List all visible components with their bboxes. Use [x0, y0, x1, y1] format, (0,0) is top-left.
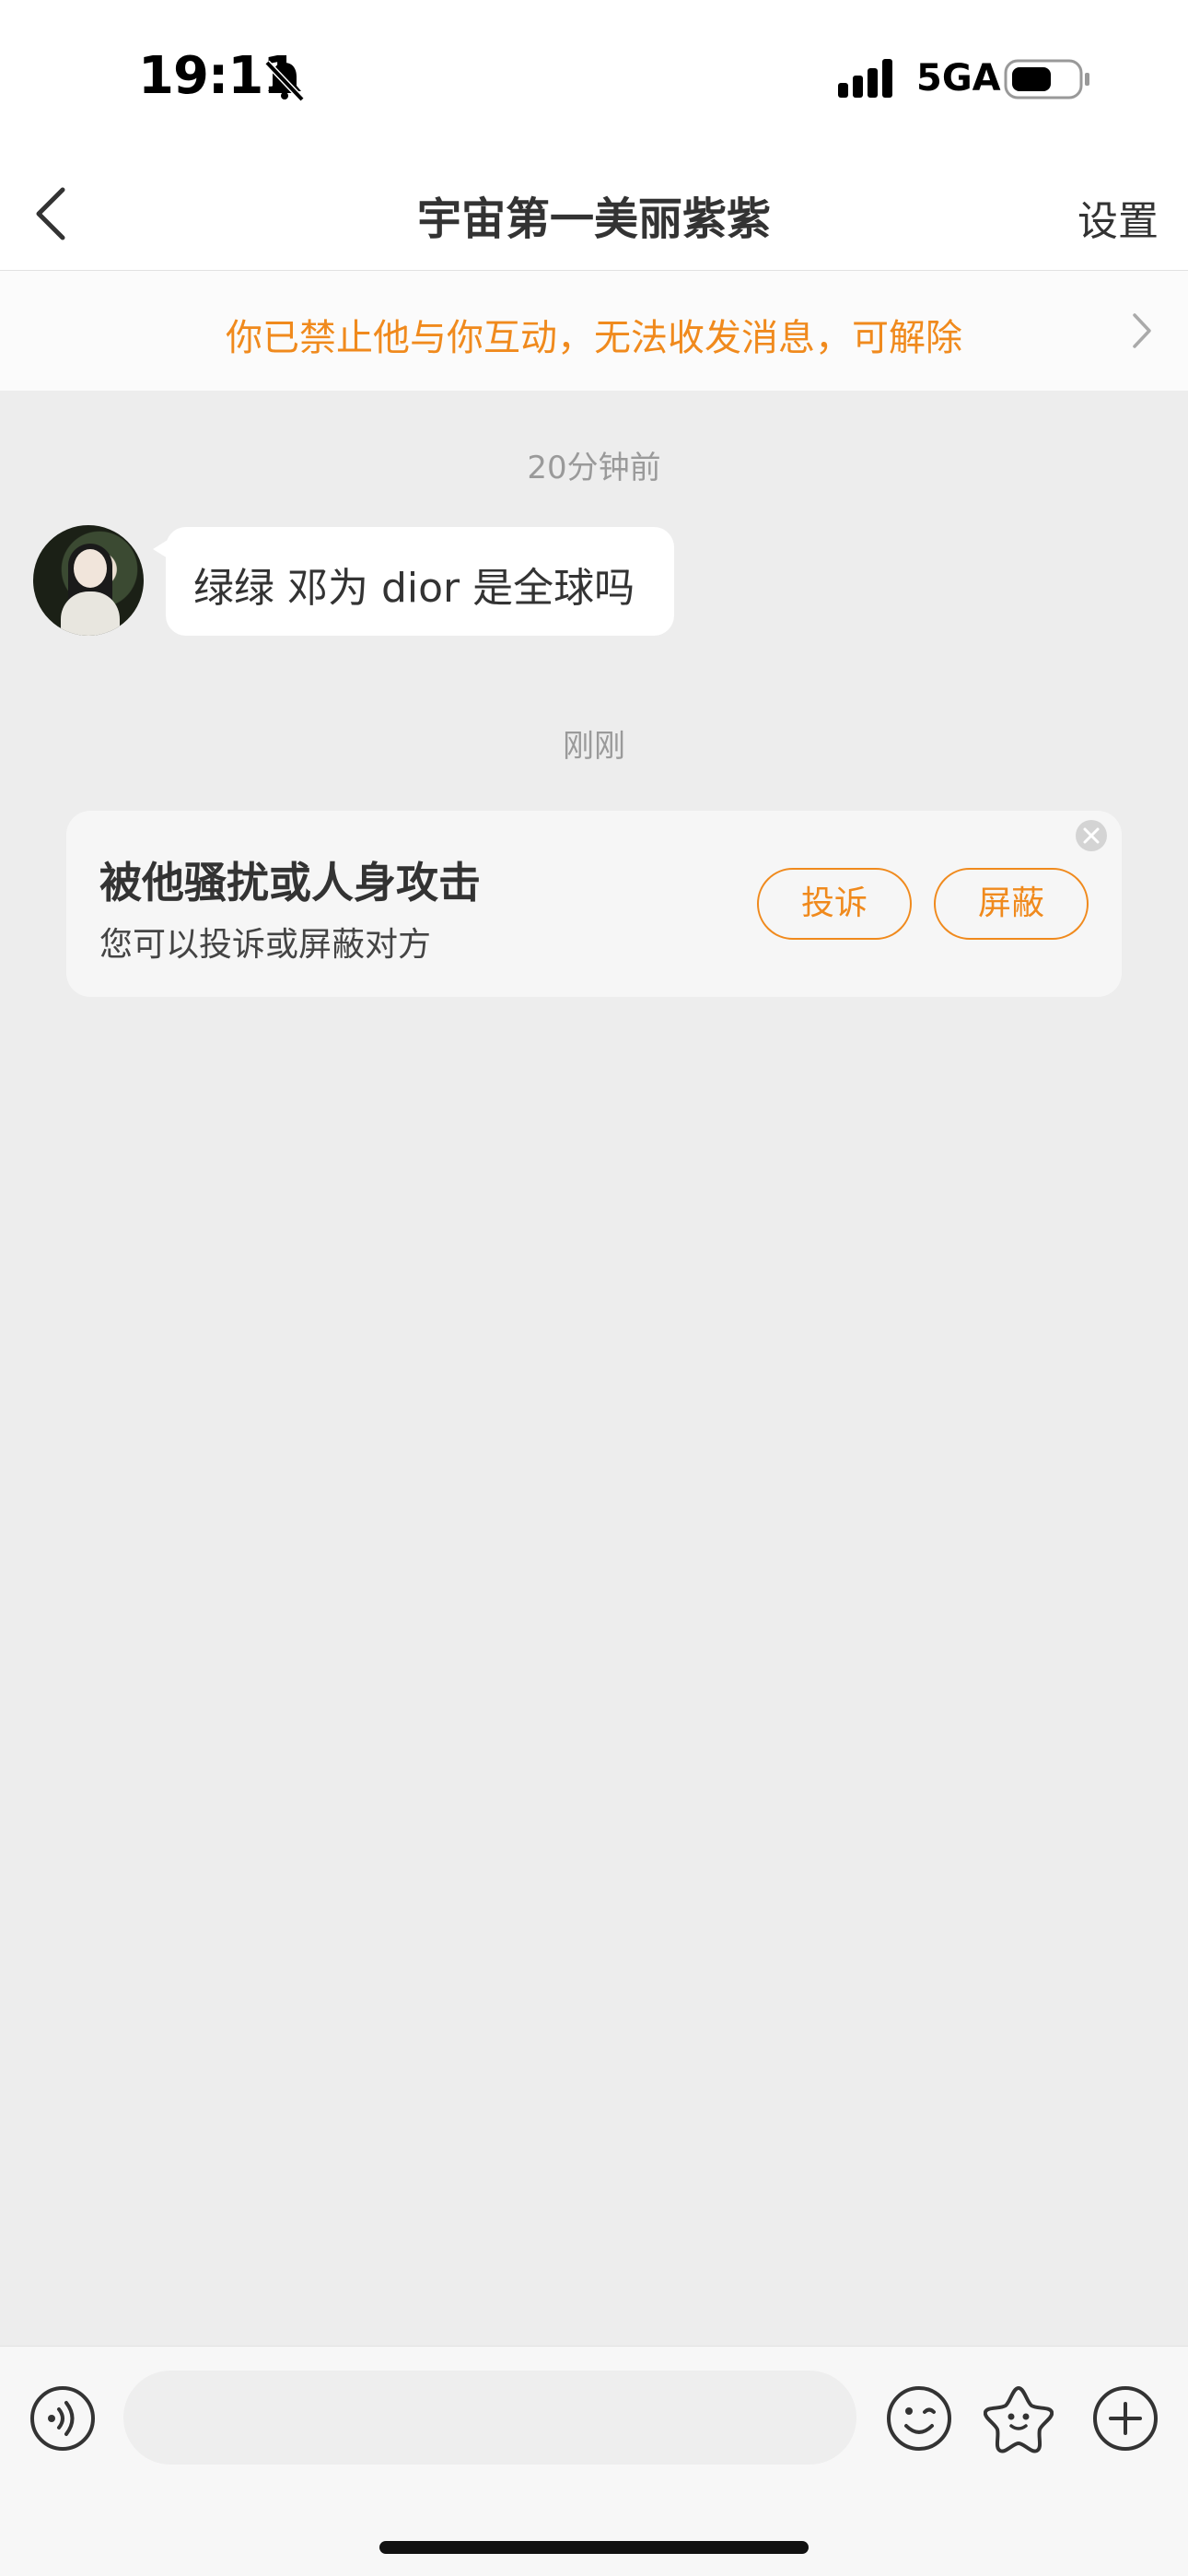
block-button[interactable]: 屏蔽: [934, 868, 1089, 940]
blocked-notice-text: 你已禁止他与你互动，无法收发消息，可解除: [226, 317, 962, 359]
avatar[interactable]: [33, 525, 144, 636]
home-indicator: [379, 2541, 809, 2554]
message-text: 绿绿 邓为 dior 是全球吗: [193, 565, 635, 612]
message-input[interactable]: [123, 2371, 856, 2465]
report-card: 被他骚扰或人身攻击 您可以投诉或屏蔽对方 投诉 屏蔽: [66, 811, 1122, 997]
report-card-title: 被他骚扰或人身攻击: [99, 858, 481, 907]
signal-icon: [838, 59, 892, 98]
battery-icon: [1004, 59, 1089, 100]
emoji-icon[interactable]: [886, 2385, 952, 2452]
avatar-face: [74, 549, 107, 588]
close-icon[interactable]: [1074, 818, 1109, 853]
plus-icon[interactable]: [1092, 2385, 1159, 2452]
status-bar: 19:11 5GA: [0, 0, 1188, 157]
voice-icon[interactable]: [29, 2385, 96, 2452]
nav-bar: 宇宙第一美丽紫紫 设置: [0, 157, 1188, 271]
chevron-right-icon: [1133, 313, 1151, 348]
report-card-subtitle: 您可以投诉或屏蔽对方: [99, 926, 432, 964]
message-timestamp: 刚刚: [563, 728, 625, 765]
report-button[interactable]: 投诉: [757, 868, 912, 940]
message-timestamp: 20分钟前: [527, 450, 661, 486]
avatar-body: [61, 591, 120, 636]
sticker-icon[interactable]: [984, 2383, 1054, 2453]
settings-button[interactable]: 设置: [1077, 188, 1159, 247]
network-label: 5GA: [916, 57, 1001, 100]
bell-muted-icon: [264, 60, 305, 102]
page-title: 宇宙第一美丽紫紫: [416, 193, 771, 245]
message-bubble[interactable]: 绿绿 邓为 dior 是全球吗: [153, 527, 674, 636]
blocked-notice-bar[interactable]: 你已禁止他与你互动，无法收发消息，可解除: [0, 271, 1188, 391]
